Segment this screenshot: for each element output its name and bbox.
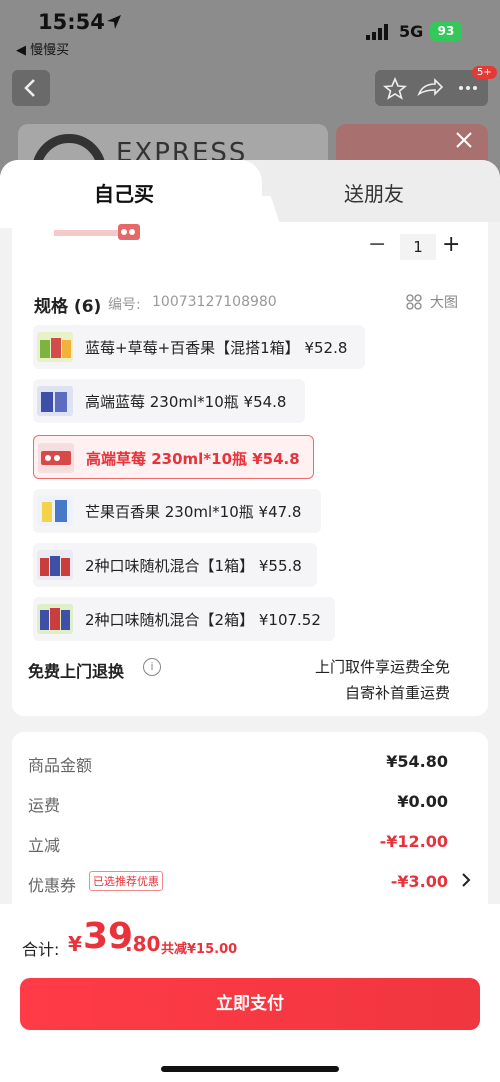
spec-title: 规格 (6) — [34, 297, 102, 317]
checkout-bar: 合计: ¥ 39 .80 共减¥15.00 立即支付 — [0, 904, 500, 1082]
close-icon[interactable] — [452, 128, 476, 152]
spec-card: − 1 + 规格 (6) 编号: 10073127108980 大图 蓝莓+草莓… — [12, 222, 488, 716]
total-currency: ¥ — [68, 932, 82, 956]
spec-code: 10073127108980 — [152, 294, 277, 310]
status-bar: 15:54 ◀ 慢慢买 5G 93 — [0, 0, 500, 62]
network-type: 5G — [399, 22, 424, 41]
spec-option-label: 2种口味随机混合【2箱】 ¥107.52 — [85, 611, 321, 629]
summary-value-shipping: ¥0.00 — [397, 792, 448, 811]
background-back-button — [12, 70, 50, 106]
spec-option-label: 高端草莓 230ml*10瓶 ¥54.8 — [86, 450, 300, 468]
back-to-app-link[interactable]: ◀ 慢慢买 — [16, 39, 69, 58]
option-thumbnail — [37, 386, 73, 416]
spec-option-label: 高端蓝莓 230ml*10瓶 ¥54.8 — [85, 393, 287, 411]
option-thumbnail — [37, 496, 73, 526]
increase-button[interactable]: + — [442, 232, 460, 257]
status-time: 15:54 — [38, 10, 105, 34]
tab-bar: 自己买 送朋友 — [0, 160, 500, 228]
spec-code-label: 编号: — [108, 297, 141, 313]
big-image-button[interactable]: 大图 — [430, 292, 458, 312]
pay-now-button[interactable]: 立即支付 — [20, 978, 480, 1030]
total-amount-decimal: .80 — [125, 932, 161, 956]
total-label: 合计: — [22, 940, 60, 959]
summary-label-discount: 立减 — [28, 836, 61, 855]
battery-icon: 93 — [430, 22, 462, 41]
home-indicator[interactable] — [161, 1066, 339, 1072]
background-toolbar — [375, 70, 488, 106]
location-arrow-icon — [107, 15, 121, 29]
option-thumbnail — [37, 604, 73, 634]
summary-label-coupon: 优惠券 — [28, 876, 77, 895]
total-saved: 共减¥15.00 — [161, 942, 238, 957]
decrease-button[interactable]: − — [368, 232, 386, 257]
tab-self-buy[interactable]: 自己买 — [94, 178, 154, 207]
spec-option-label: 芒果百香果 230ml*10瓶 ¥47.8 — [85, 503, 302, 521]
option-thumbnail — [37, 550, 73, 580]
grid-icon[interactable] — [406, 294, 422, 310]
summary-value-goods: ¥54.80 — [386, 752, 448, 771]
free-return-desc-2: 自寄补首重运费 — [344, 684, 450, 702]
purchase-sheet: 自己买 送朋友 − 1 + 规格 (6) 编号: 10073127108980 … — [0, 160, 500, 1082]
background-badge: 5+ — [472, 66, 497, 79]
quantity-value[interactable]: 1 — [400, 234, 436, 260]
option-thumbnail — [37, 332, 73, 362]
spec-option[interactable]: 高端蓝莓 230ml*10瓶 ¥54.8 — [33, 379, 305, 423]
summary-value-discount: -¥12.00 — [379, 832, 448, 851]
spec-option-selected[interactable]: 高端草莓 230ml*10瓶 ¥54.8 — [33, 435, 314, 479]
quantity-stepper: − 1 + — [362, 232, 472, 260]
product-thumbnail — [54, 224, 140, 240]
free-return-desc-1: 上门取件享运费全免 — [314, 658, 450, 676]
price-summary-card: 商品金额 ¥54.80 运费 ¥0.00 立减 -¥12.00 优惠券 已选推荐… — [12, 732, 488, 922]
spec-option[interactable]: 蓝莓+草莓+百香果【混搭1箱】 ¥52.8 — [33, 325, 365, 369]
spec-option[interactable]: 2种口味随机混合【1箱】 ¥55.8 — [33, 543, 317, 587]
spec-option-label: 2种口味随机混合【1箱】 ¥55.8 — [85, 557, 302, 575]
chevron-right-icon[interactable] — [460, 872, 472, 888]
summary-label-shipping: 运费 — [28, 796, 61, 815]
summary-label-goods: 商品金额 — [28, 756, 93, 775]
summary-value-coupon[interactable]: -¥3.00 — [391, 872, 448, 891]
free-return-title: 免费上门退换 — [28, 662, 125, 681]
tab-send-friend[interactable]: 送朋友 — [344, 178, 404, 207]
spec-option[interactable]: 2种口味随机混合【2箱】 ¥107.52 — [33, 597, 335, 641]
info-icon[interactable]: i — [143, 658, 161, 676]
signal-icon — [366, 24, 388, 40]
option-thumbnail — [38, 443, 74, 473]
coupon-tag: 已选推荐优惠 — [89, 871, 163, 891]
spec-option[interactable]: 芒果百香果 230ml*10瓶 ¥47.8 — [33, 489, 321, 533]
spec-option-label: 蓝莓+草莓+百香果【混搭1箱】 ¥52.8 — [85, 339, 348, 357]
